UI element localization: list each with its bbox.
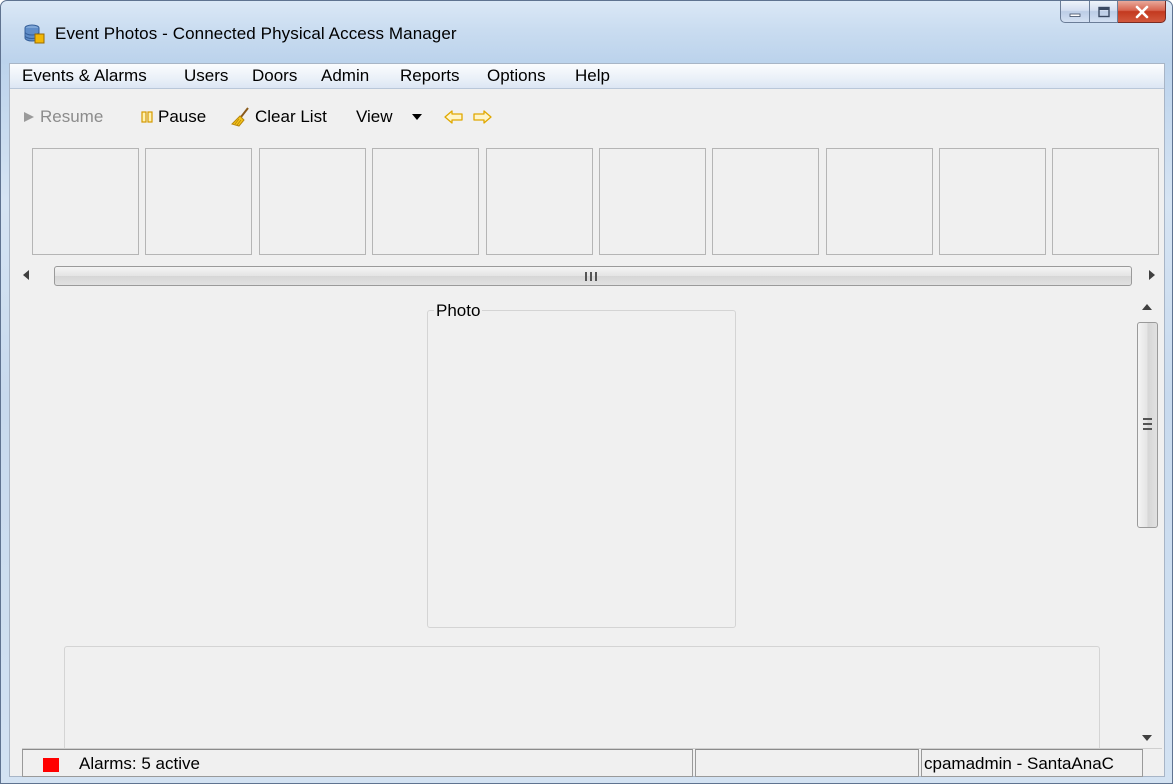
menu-bar: Events & Alarms Users Doors Admin Report… — [10, 64, 1164, 89]
app-database-icon — [23, 23, 45, 45]
pause-button[interactable]: Pause — [140, 106, 206, 128]
resume-label: Resume — [40, 107, 104, 126]
back-arrow-icon — [444, 110, 464, 124]
resume-button[interactable]: Resume — [22, 106, 103, 128]
close-icon — [1135, 5, 1148, 18]
vertical-scrollbar[interactable] — [1133, 292, 1161, 742]
window-title: Event Photos - Connected Physical Access… — [55, 24, 457, 43]
title-bar[interactable]: Event Photos - Connected Physical Access… — [1, 1, 1172, 63]
photo-groupbox: Photo — [427, 301, 736, 628]
horizontal-scroll-thumb[interactable] — [54, 266, 1132, 286]
forward-button[interactable] — [472, 106, 496, 128]
pause-icon — [140, 110, 154, 124]
maximize-button[interactable] — [1090, 1, 1118, 23]
clear-list-label: Clear List — [255, 107, 327, 126]
status-alarms-pane[interactable]: Alarms: 5 active — [22, 749, 693, 777]
vertical-scroll-thumb[interactable] — [1137, 322, 1158, 528]
forward-arrow-icon — [472, 110, 492, 124]
minimize-icon — [1069, 13, 1081, 17]
client-area: Events & Alarms Users Doors Admin Report… — [9, 63, 1165, 777]
pause-label: Pause — [158, 107, 207, 126]
status-empty-pane — [695, 749, 919, 777]
photo-group-label: Photo — [434, 301, 483, 321]
view-dropdown[interactable]: View — [356, 106, 427, 128]
photo-thumbnail[interactable] — [712, 148, 819, 255]
photo-thumbnail[interactable] — [32, 148, 139, 255]
scroll-left-icon[interactable] — [20, 268, 32, 282]
photo-thumbnail[interactable] — [145, 148, 252, 255]
menu-admin[interactable]: Admin — [321, 66, 369, 86]
maximize-icon — [1097, 6, 1110, 17]
app-window: Event Photos - Connected Physical Access… — [0, 0, 1173, 784]
status-bar: Alarms: 5 active cpamadmin - SantaAnaC — [22, 748, 1162, 778]
play-icon — [22, 110, 36, 124]
photo-thumbnail-strip — [10, 148, 1166, 258]
menu-options[interactable]: Options — [487, 66, 546, 86]
photo-thumbnail[interactable] — [372, 148, 479, 255]
menu-help[interactable]: Help — [575, 66, 610, 86]
dropdown-arrow-icon — [411, 113, 423, 121]
toolbar: Resume Pause Clear List View — [10, 90, 1164, 144]
scroll-grip-icon — [585, 272, 597, 281]
alarm-indicator-icon — [43, 758, 59, 772]
scroll-grip-icon — [1143, 418, 1152, 430]
scroll-right-icon[interactable] — [1146, 268, 1158, 282]
menu-users[interactable]: Users — [184, 66, 228, 86]
photo-thumbnail[interactable] — [599, 148, 706, 255]
caption-buttons — [1060, 1, 1166, 23]
clear-list-button[interactable]: Clear List — [231, 106, 327, 128]
close-button[interactable] — [1118, 1, 1166, 23]
alarms-status-text: Alarms: 5 active — [79, 754, 200, 773]
scroll-up-icon[interactable] — [1142, 298, 1152, 316]
photo-thumbnail[interactable] — [1052, 148, 1159, 255]
photo-thumbnail[interactable] — [259, 148, 366, 255]
minimize-button[interactable] — [1060, 1, 1090, 23]
menu-reports[interactable]: Reports — [400, 66, 460, 86]
horizontal-scrollbar[interactable] — [18, 262, 1160, 290]
menu-events-alarms[interactable]: Events & Alarms — [22, 66, 147, 86]
menu-doors[interactable]: Doors — [252, 66, 297, 86]
status-user-pane: cpamadmin - SantaAnaC — [921, 749, 1143, 777]
photo-thumbnail[interactable] — [826, 148, 933, 255]
scroll-down-icon[interactable] — [1142, 729, 1152, 747]
event-details-panel — [64, 646, 1100, 756]
broom-icon — [231, 107, 251, 127]
photo-thumbnail[interactable] — [939, 148, 1046, 255]
back-button[interactable] — [444, 106, 468, 128]
view-label: View — [356, 107, 393, 126]
photo-thumbnail[interactable] — [486, 148, 593, 255]
user-site-text: cpamadmin - SantaAnaC — [924, 754, 1114, 773]
